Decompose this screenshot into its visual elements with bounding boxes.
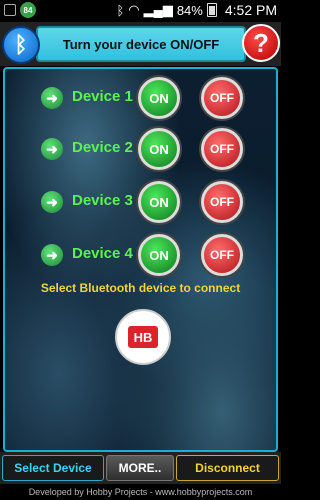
device-label: Device 2	[72, 139, 133, 156]
device-3-on-button[interactable]: ON	[138, 181, 180, 223]
help-icon[interactable]: ?	[242, 24, 280, 62]
battery-icon	[206, 3, 217, 17]
notification-badge: 84	[20, 2, 36, 18]
arrow-right-icon: ➜	[41, 87, 63, 109]
device-1-on-button[interactable]: ON	[138, 77, 180, 119]
footer-credit: Developed by Hobby Projects - www.hobbyp…	[0, 484, 281, 500]
battery-percent: 84%	[176, 2, 203, 18]
device-4-off-button[interactable]: OFF	[201, 234, 243, 276]
status-bar: 84 ᛒ ◠ ▂▄▆ 84% 4:52 PM	[0, 0, 281, 20]
device-row-1: ➜ Device 1 ON OFF	[5, 75, 276, 119]
bottom-bar: Select Device MORE.. Disconnect	[0, 452, 281, 484]
device-label: Device 4	[72, 245, 133, 262]
device-4-on-button[interactable]: ON	[138, 234, 180, 276]
clock: 4:52 PM	[224, 2, 277, 18]
page-title: Turn your device ON/OFF	[62, 36, 220, 52]
hobby-projects-logo[interactable]: HB	[115, 309, 171, 365]
notification-icon	[4, 4, 16, 16]
logo-text: HB	[128, 326, 158, 348]
bluetooth-icon[interactable]: ᛒ	[2, 26, 40, 64]
device-2-on-button[interactable]: ON	[138, 128, 180, 170]
device-label: Device 3	[72, 192, 133, 209]
device-row-4: ➜ Device 4 ON OFF	[5, 232, 276, 276]
wifi-icon: ◠	[128, 2, 140, 17]
title-bar: Turn your device ON/OFF ᛒ ?	[0, 22, 281, 66]
select-device-button[interactable]: Select Device	[2, 455, 104, 481]
device-1-off-button[interactable]: OFF	[201, 77, 243, 119]
arrow-right-icon: ➜	[41, 191, 63, 213]
device-label: Device 1	[72, 88, 133, 105]
device-2-off-button[interactable]: OFF	[201, 128, 243, 170]
arrow-right-icon: ➜	[41, 138, 63, 160]
device-3-off-button[interactable]: OFF	[201, 181, 243, 223]
device-row-3: ➜ Device 3 ON OFF	[5, 179, 276, 223]
signal-icon: ▂▄▆	[143, 2, 173, 17]
page-title-panel: Turn your device ON/OFF	[36, 26, 246, 62]
arrow-right-icon: ➜	[41, 244, 63, 266]
device-row-2: ➜ Device 2 ON OFF	[5, 126, 276, 170]
disconnect-button[interactable]: Disconnect	[176, 455, 279, 481]
select-bluetooth-hint: Select Bluetooth device to connect	[40, 281, 241, 295]
bluetooth-status-icon: ᛒ	[116, 2, 125, 18]
more-button[interactable]: MORE..	[106, 455, 174, 481]
main-panel: ➜ Device 1 ON OFF ➜ Device 2 ON OFF ➜ De…	[3, 67, 278, 452]
